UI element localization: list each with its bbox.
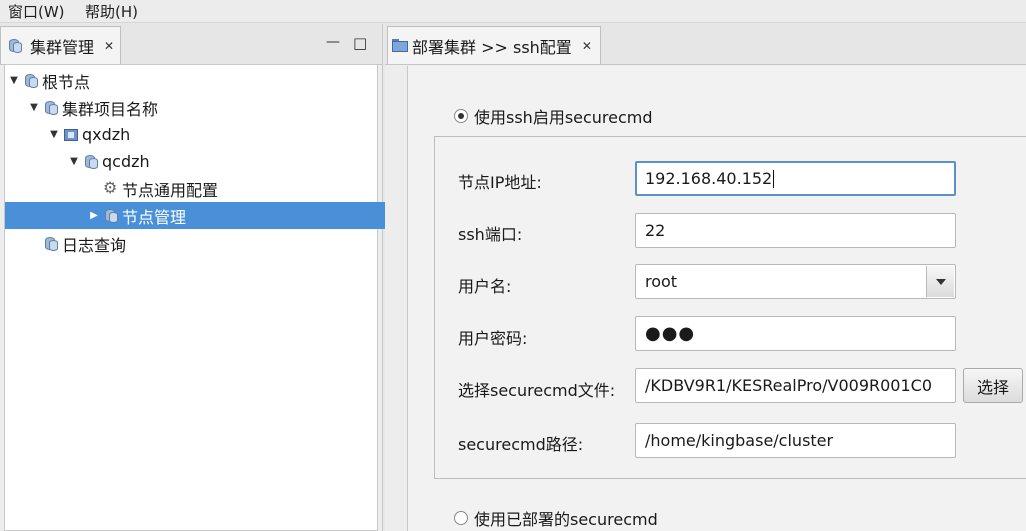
cluster-icon	[63, 127, 79, 143]
folder-icon	[392, 39, 408, 52]
tree-node-label: qcdzh	[102, 152, 150, 171]
securecmd-file-label: 选择securecmd文件:	[458, 381, 616, 400]
close-icon[interactable]: ✕	[582, 39, 592, 53]
tree-node-root[interactable]: ▼ 根节点	[5, 67, 379, 94]
tab-cluster-management[interactable]: 集群管理 ✕	[0, 26, 122, 64]
radio-use-deployed[interactable]: 使用已部署的securecmd	[454, 506, 658, 530]
expand-arrow-icon[interactable]: ▼	[7, 75, 21, 86]
tree-node-label: 节点通用配置	[122, 180, 219, 200]
radio-button[interactable]	[454, 511, 468, 525]
choose-file-button[interactable]: 选择	[963, 368, 1023, 403]
collapse-arrow-icon[interactable]: ▶	[87, 210, 101, 221]
securecmd-file-input[interactable]: /KDBV9R1/KESRealPro/V009R001C0	[635, 368, 956, 403]
expand-arrow-icon[interactable]: ▼	[67, 156, 81, 167]
username-label: 用户名:	[458, 277, 512, 296]
right-tab-bar: 部署集群 >> ssh配置 ✕	[385, 24, 1026, 65]
password-input[interactable]: ●●●	[635, 316, 956, 351]
database-icon	[7, 38, 23, 54]
tree-node-qxdzh[interactable]: ▼ qxdzh	[5, 121, 419, 148]
database-icon	[43, 100, 59, 116]
chevron-down-icon[interactable]	[926, 266, 954, 297]
username-combo[interactable]: root	[635, 264, 956, 299]
database-icon	[23, 73, 39, 89]
tree-node-label: 日志查询	[62, 235, 127, 255]
tree-node-label: qxdzh	[82, 125, 131, 144]
tab-label: 集群管理	[30, 37, 95, 57]
maximize-icon[interactable]: □	[353, 34, 367, 52]
database-icon	[83, 154, 99, 170]
minimize-icon[interactable]: —	[326, 34, 340, 50]
gear-icon: ⚙	[103, 177, 118, 197]
expand-arrow-icon[interactable]: ▼	[27, 102, 41, 113]
tree-node-label: 节点管理	[122, 207, 187, 227]
securecmd-path-input[interactable]: /home/kingbase/cluster	[635, 423, 956, 458]
close-icon[interactable]: ✕	[104, 39, 114, 53]
tab-label: 部署集群 >> ssh配置	[412, 37, 572, 57]
securecmd-path-label: securecmd路径:	[458, 435, 584, 454]
radio-button[interactable]	[454, 109, 468, 123]
tree-node-label: 根节点	[42, 72, 91, 92]
ssh-config-form: 使用ssh启用securecmd 节点IP地址: 192.168.40.152 …	[407, 66, 1026, 531]
tree-node-log-query[interactable]: 日志查询	[5, 230, 399, 257]
password-label: 用户密码:	[458, 329, 528, 348]
tree-node-cluster-project[interactable]: ▼ 集群项目名称	[5, 94, 399, 121]
cluster-tree[interactable]: ▼ 根节点 ▼ 集群项目名称 ▼ qxdzh ▼ qcdzh ⚙ 节点通用配置 …	[4, 64, 459, 531]
radio-label: 使用ssh启用securecmd	[474, 108, 653, 127]
database-icon	[103, 208, 119, 224]
cluster-management-panel: 集群管理 ✕ — □ ▼ 根节点 ▼ 集群项目名称 ▼ qxdzh ▼ qcdz…	[0, 24, 459, 531]
left-tab-bar: 集群管理 ✕ — □	[0, 24, 382, 65]
menu-bar: 窗口(W) 帮助(H)	[0, 0, 1026, 23]
ip-address-input[interactable]: 192.168.40.152	[635, 161, 956, 196]
radio-use-ssh[interactable]: 使用ssh启用securecmd	[454, 104, 653, 128]
ssh-port-input[interactable]: 22	[635, 213, 956, 248]
radio-label: 使用已部署的securecmd	[474, 510, 658, 529]
menu-window[interactable]: 窗口(W)	[8, 1, 65, 22]
ssh-settings-group: 节点IP地址: 192.168.40.152 ssh端口: 22 用户名: ro…	[434, 136, 1026, 479]
tab-deploy-ssh-config[interactable]: 部署集群 >> ssh配置 ✕	[387, 26, 601, 64]
expand-arrow-icon[interactable]: ▼	[47, 129, 61, 140]
database-icon	[43, 236, 59, 252]
ssh-port-label: ssh端口:	[458, 225, 523, 244]
tree-node-label: 集群项目名称	[62, 99, 159, 119]
ip-label: 节点IP地址:	[458, 173, 542, 192]
ssh-config-panel: 部署集群 >> ssh配置 ✕ 使用ssh启用securecmd 节点IP地址:…	[385, 24, 1026, 531]
tree-node-qcdzh[interactable]: ▼ qcdzh	[5, 148, 439, 175]
menu-help[interactable]: 帮助(H)	[85, 1, 138, 22]
